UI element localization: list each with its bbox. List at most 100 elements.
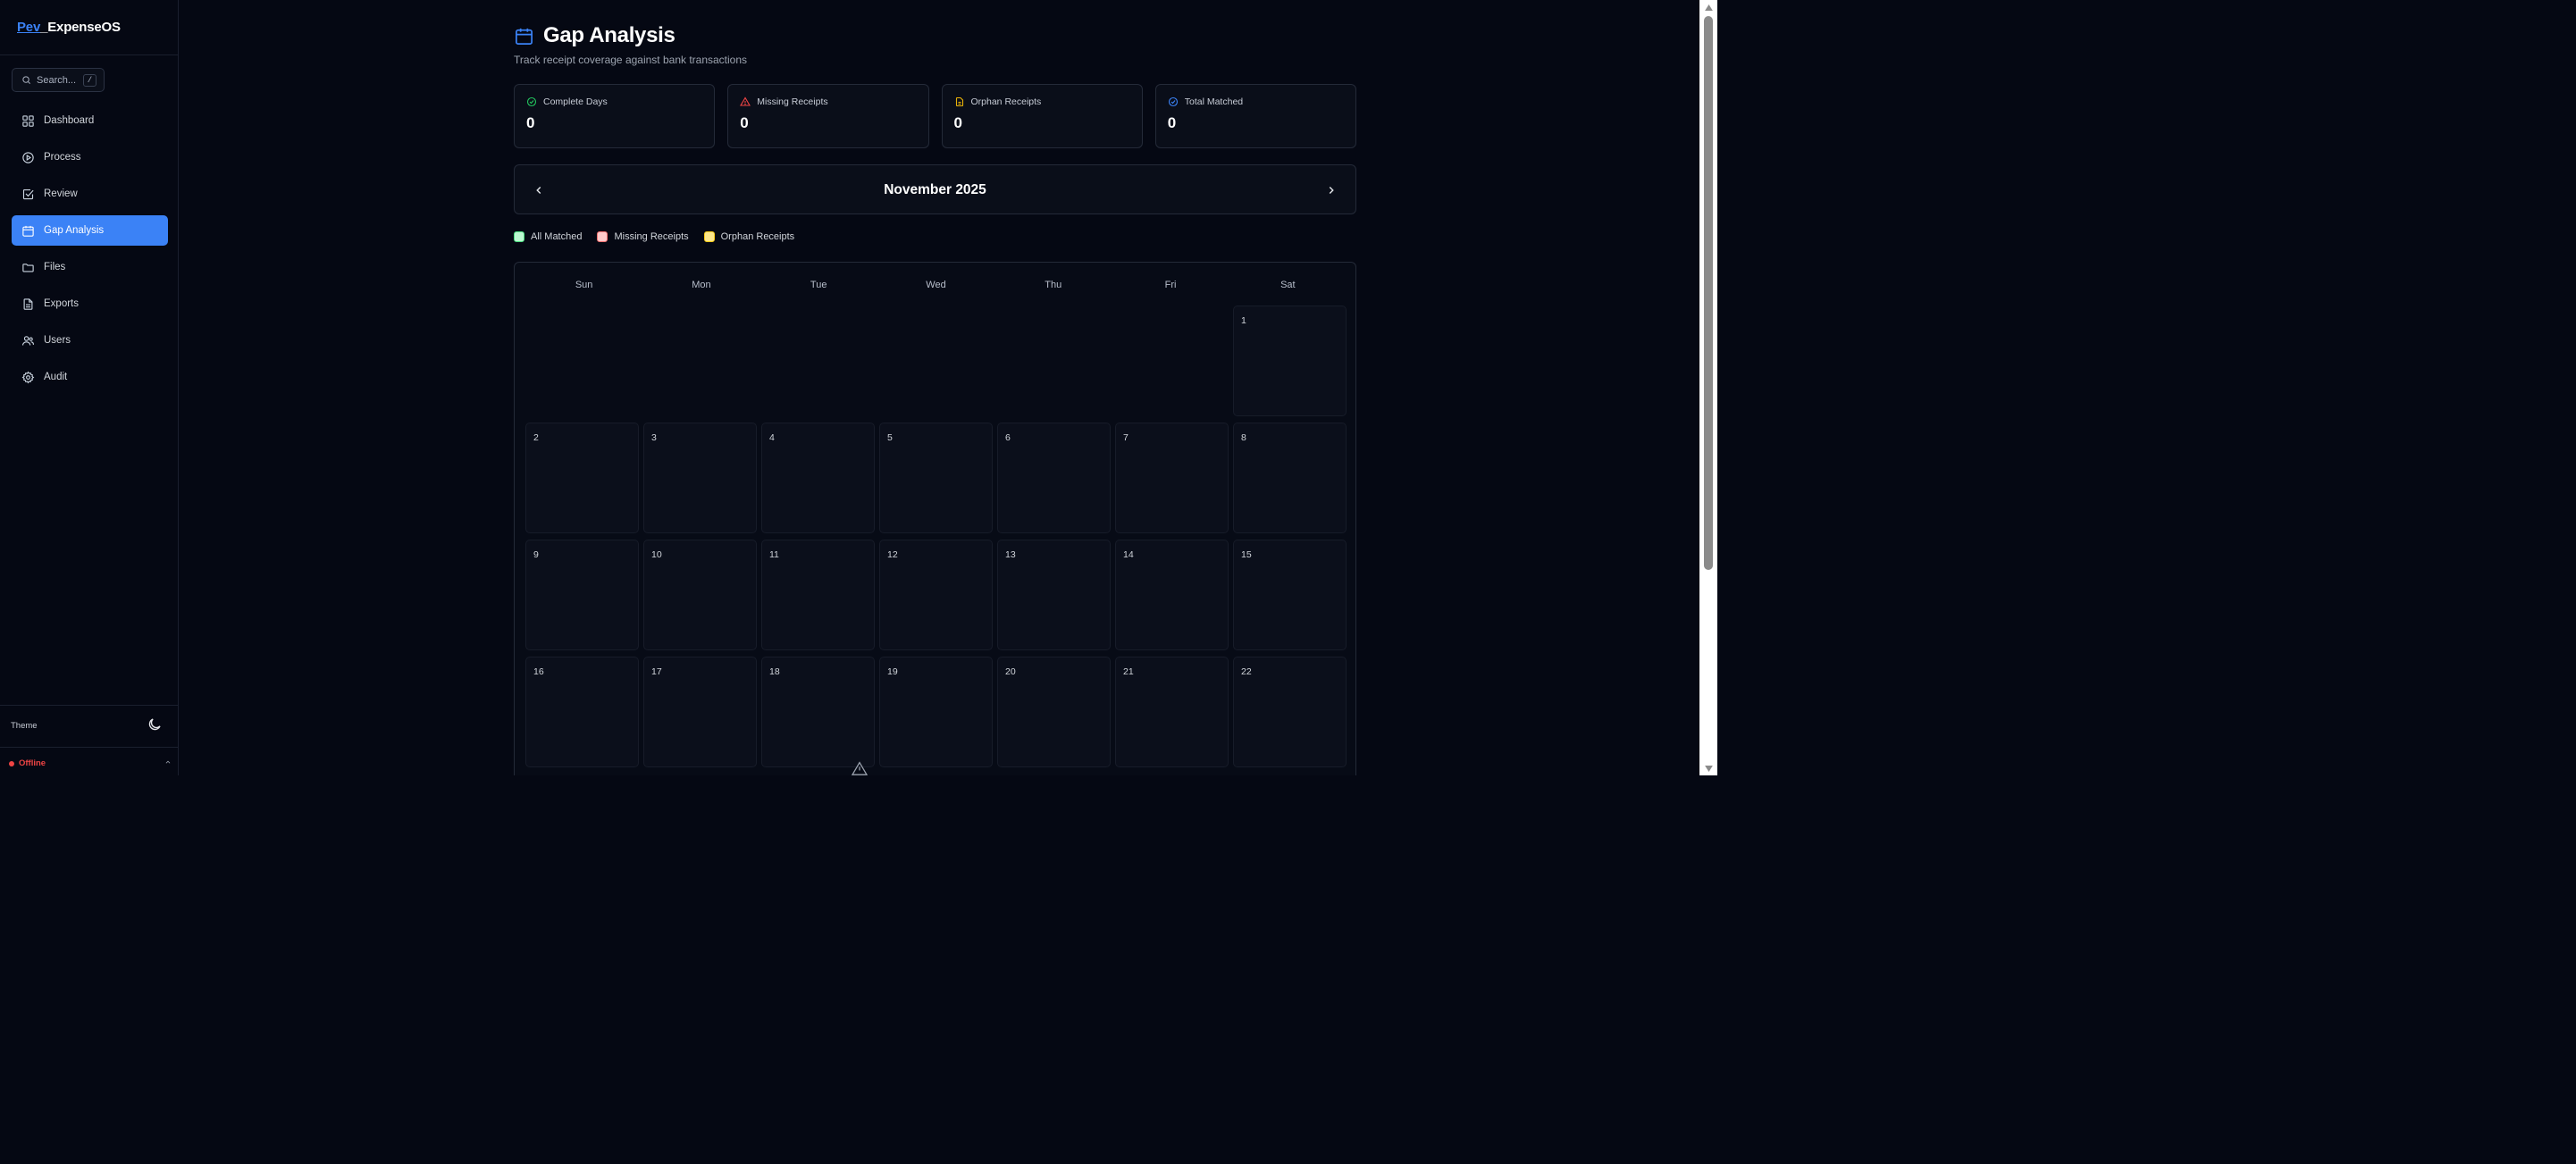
weekday-header: Sun Mon Tue Wed Thu Fri Sat [525,280,1347,290]
sidebar-item-exports[interactable]: Exports [12,289,168,319]
stat-value: 0 [526,114,535,131]
calendar-day-cell[interactable]: 15 [1233,540,1347,650]
calendar-day-cell[interactable]: 20 [997,657,1111,767]
calendar-empty-cell [997,306,1111,416]
search-input[interactable] [37,74,88,86]
search-shortcut-badge: / [83,74,96,87]
chevron-up-icon[interactable] [164,758,172,766]
brand-prefix: Pev [17,20,41,35]
arrow-down-icon [1704,765,1713,772]
search-icon [22,76,30,84]
calendar-day-cell[interactable]: 3 [643,423,757,533]
calendar-day-cell[interactable]: 12 [879,540,993,650]
calendar-week-row: 9 10 11 12 13 14 15 [525,540,1347,650]
legend-swatch [703,231,715,242]
stat-label: Complete Days [543,96,608,107]
stat-label: Missing Receipts [757,96,828,107]
calendar-day-cell[interactable]: 19 [879,657,993,767]
calendar-day-cell[interactable]: 11 [761,540,875,650]
gear-icon [21,371,35,383]
legend-label: All Matched [531,231,583,242]
calendar-day-cell[interactable]: 2 [525,423,639,533]
sidebar-item-review[interactable]: Review [12,179,168,209]
calendar-day-cell[interactable]: 18 [761,657,875,767]
sidebar-item-files[interactable]: Files [12,252,168,282]
scroll-thumb[interactable] [1704,16,1713,570]
check-square-icon [22,188,34,199]
month-navigator: November 2025 [514,164,1356,214]
play-circle-icon [22,151,34,163]
weekday-label: Thu [1045,280,1062,290]
calendar-week-row: 2 3 4 5 6 7 8 [525,423,1347,533]
calendar-day-cell[interactable]: 22 [1233,657,1347,767]
day-number: 15 [1241,549,1252,560]
sidebar-item-label: Gap Analysis [44,225,105,236]
sidebar-item-gap-analysis[interactable]: Gap Analysis [12,215,168,246]
file-text-icon [23,297,33,310]
stat-value: 0 [1167,114,1177,131]
calendar-day-cell[interactable]: 8 [1233,423,1347,533]
day-number: 20 [1005,666,1016,677]
sidebar-item-label: Files [44,262,66,272]
scroll-down-arrow[interactable] [1699,761,1717,775]
weekday-label: Mon [692,280,711,290]
legend-swatch [597,231,608,242]
legend-label: Orphan Receipts [720,231,795,242]
theme-toggle-button[interactable] [147,716,163,733]
status-dot [9,760,14,766]
calendar-empty-cell [643,306,757,416]
day-number: 22 [1241,666,1252,677]
stat-label: Total Matched [1184,96,1244,107]
calendar-day-cell[interactable]: 13 [997,540,1111,650]
main-content: Gap Analysis Track receipt coverage agai… [180,0,1699,775]
sidebar-item-label: Review [44,188,78,199]
day-number: 14 [1123,549,1134,560]
calendar-day-cell[interactable]: 7 [1115,423,1229,533]
calendar-day-cell[interactable]: 9 [525,540,639,650]
calendar-day-cell[interactable]: 17 [643,657,757,767]
users-icon [22,335,34,346]
warning-icon[interactable] [851,761,868,775]
calendar-day-cell[interactable]: 21 [1115,657,1229,767]
day-number: 3 [651,432,657,443]
vertical-scrollbar[interactable] [1699,0,1717,775]
calendar-grid: Sun Mon Tue Wed Thu Fri Sat 1 2 3 4 5 6 7 8 9 10 1… [514,262,1356,775]
day-number: 12 [887,549,898,560]
weekday-label: Fri [1164,280,1177,290]
next-month-button[interactable] [1322,181,1340,199]
divider [0,705,179,706]
theme-label: Theme [11,721,38,731]
sidebar-item-label: Users [44,335,71,346]
day-number: 17 [651,666,662,677]
search-box[interactable]: / [12,68,105,92]
calendar-day-cell[interactable]: 1 [1233,306,1347,416]
calendar-empty-cell [761,306,875,416]
calendar-day-cell[interactable]: 14 [1115,540,1229,650]
calendar-icon [22,225,34,237]
file-icon [955,96,963,107]
stat-card-orphan-receipts: Orphan Receipts 0 [941,84,1143,148]
legend-item-all-matched: All Matched [514,231,582,242]
calendar-day-cell[interactable]: 6 [997,423,1111,533]
sidebar-item-dashboard[interactable]: Dashboard [12,105,168,136]
calendar-day-cell[interactable]: 5 [879,423,993,533]
stats-row: Complete Days 0 Missing Receipts 0 Orpha… [514,84,1356,148]
divider [0,747,179,748]
calendar-day-cell[interactable]: 4 [761,423,875,533]
legend-label: Missing Receipts [614,231,689,242]
scroll-up-arrow[interactable] [1699,0,1717,14]
day-number: 9 [533,549,539,560]
sidebar-item-users[interactable]: Users [12,325,168,356]
calendar-empty-cell [1115,306,1229,416]
day-number: 21 [1123,666,1134,677]
calendar-day-cell[interactable]: 16 [525,657,639,767]
brand-logo[interactable]: Pev_ExpenseOS [17,20,121,35]
sidebar-item-process[interactable]: Process [12,142,168,172]
app-window: Pev_ExpenseOS / Dashboard Process Review [0,0,1717,775]
folder-icon [22,263,34,272]
sidebar-item-audit[interactable]: Audit [12,362,168,392]
connection-status[interactable]: Offline [9,758,46,768]
sidebar-item-label: Audit [44,372,68,382]
weekday-label: Sun [575,280,593,290]
calendar-day-cell[interactable]: 10 [643,540,757,650]
